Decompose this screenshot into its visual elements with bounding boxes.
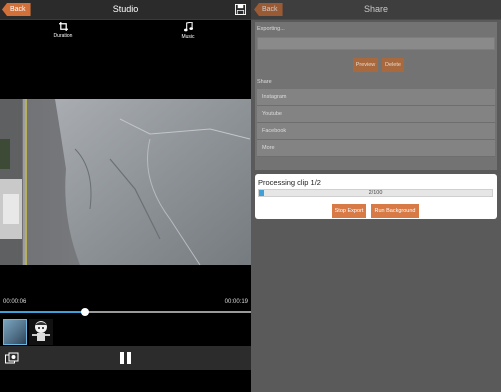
share-option-youtube[interactable]: Youtube bbox=[257, 106, 495, 123]
character-thumbnail-image bbox=[32, 321, 50, 341]
save-icon[interactable] bbox=[235, 4, 246, 15]
share-options-list: Instagram Youtube Facebook More bbox=[257, 89, 495, 157]
settings-icon[interactable] bbox=[5, 352, 19, 364]
studio-top-bar: Back Studio bbox=[0, 0, 251, 20]
studio-title: Studio bbox=[112, 4, 139, 14]
music-label: Music bbox=[181, 34, 195, 40]
share-top-bar: Back Share bbox=[251, 0, 501, 20]
share-option-facebook[interactable]: Facebook bbox=[257, 123, 495, 140]
music-tool[interactable]: Music bbox=[168, 22, 208, 40]
export-progress-field bbox=[257, 37, 495, 50]
crop-icon bbox=[58, 22, 68, 31]
duration-label: Duration bbox=[53, 33, 73, 39]
stop-export-button[interactable]: Stop Export bbox=[332, 204, 366, 218]
delete-button[interactable]: Delete bbox=[382, 58, 404, 72]
clip-thumbnail[interactable] bbox=[3, 319, 27, 345]
share-option-instagram[interactable]: Instagram bbox=[257, 89, 495, 106]
share-section-label: Share bbox=[257, 79, 272, 85]
music-note-icon bbox=[183, 22, 193, 32]
playback-progress-fill bbox=[0, 311, 86, 313]
playback-bar bbox=[0, 346, 251, 370]
share-pane: Back Share Exporting... Preview Delete S… bbox=[251, 0, 501, 392]
share-title: Share bbox=[363, 4, 389, 14]
current-time: 00:00:06 bbox=[3, 299, 27, 305]
pause-icon bbox=[120, 352, 124, 364]
scrub-handle[interactable] bbox=[81, 308, 90, 316]
playback-track[interactable] bbox=[0, 311, 251, 313]
pause-button[interactable] bbox=[120, 352, 132, 364]
processing-progress-text: 2/100 bbox=[368, 190, 383, 196]
exporting-label: Exporting... bbox=[257, 26, 285, 32]
pause-icon-bar bbox=[127, 352, 131, 364]
clip-thumbnail[interactable] bbox=[29, 319, 53, 345]
processing-title: Processing clip 1/2 bbox=[258, 178, 321, 187]
total-time: 00:00:19 bbox=[224, 299, 248, 305]
processing-progress-bar: 2/100 bbox=[258, 189, 493, 197]
duration-tool[interactable]: Duration bbox=[43, 22, 83, 39]
video-preview[interactable] bbox=[0, 99, 251, 265]
video-frame bbox=[0, 99, 251, 265]
processing-dialog: Processing clip 1/2 2/100 Stop Export Ru… bbox=[255, 174, 497, 219]
app-root: Back Studio Duration Music 00:00:06 00:0… bbox=[0, 0, 501, 392]
run-background-button[interactable]: Run Background bbox=[371, 204, 419, 218]
clip-thumbnails bbox=[0, 319, 251, 346]
studio-pane: Back Studio Duration Music 00:00:06 00:0… bbox=[0, 0, 251, 392]
share-option-more[interactable]: More bbox=[257, 140, 495, 157]
preview-button[interactable]: Preview bbox=[353, 58, 378, 72]
export-panel: Exporting... Preview Delete Share Instag… bbox=[255, 22, 497, 170]
